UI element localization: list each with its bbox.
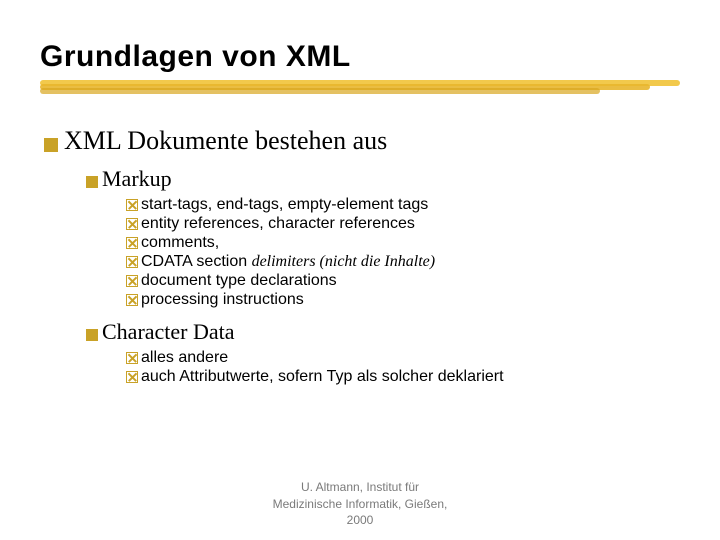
markup-items: start-tags, end-tags, empty-element tags… (40, 196, 680, 309)
bullet-level2-markup: Markup (86, 166, 680, 192)
list-item: processing instructions (126, 291, 680, 309)
list-item: start-tags, end-tags, empty-element tags (126, 196, 680, 214)
item-text: comments, (141, 234, 219, 252)
item-text: CDATA section delimiters (nicht die Inha… (141, 253, 435, 271)
xbox-bullet-icon (126, 352, 138, 364)
item-text: start-tags, end-tags, empty-element tags (141, 196, 428, 214)
item-text: document type declarations (141, 272, 337, 290)
footer-line: Medizinische Informatik, Gießen, (0, 496, 720, 512)
slide: Grundlagen von XML XML Dokumente bestehe… (0, 0, 720, 386)
level2-text: Markup (102, 166, 172, 192)
list-item: CDATA section delimiters (nicht die Inha… (126, 253, 680, 271)
footer-line: 2000 (0, 512, 720, 528)
list-item: alles andere (126, 349, 680, 367)
bullet-level1: XML Dokumente bestehen aus (44, 126, 680, 156)
square-bullet-icon (44, 138, 58, 152)
xbox-bullet-icon (126, 237, 138, 249)
square-bullet-icon (86, 176, 98, 188)
item-text: alles andere (141, 349, 228, 367)
item-text: entity references, character references (141, 215, 415, 233)
item-text: processing instructions (141, 291, 304, 309)
item-prefix: CDATA section (141, 253, 252, 270)
slide-title: Grundlagen von XML (40, 40, 680, 74)
bullet-level2-chardata: Character Data (86, 319, 680, 345)
list-item: document type declarations (126, 272, 680, 290)
item-italic: delimiters (nicht die Inhalte) (252, 253, 436, 270)
title-underline (40, 80, 680, 94)
xbox-bullet-icon (126, 275, 138, 287)
chardata-items: alles andere auch Attributwerte, sofern … (40, 349, 680, 386)
list-item: auch Attributwerte, sofern Typ als solch… (126, 368, 680, 386)
slide-footer: U. Altmann, Institut für Medizinische In… (0, 479, 720, 528)
list-item: entity references, character references (126, 215, 680, 233)
list-item: comments, (126, 234, 680, 252)
xbox-bullet-icon (126, 256, 138, 268)
item-text: auch Attributwerte, sofern Typ als solch… (141, 368, 504, 386)
xbox-bullet-icon (126, 371, 138, 383)
level1-text: XML Dokumente bestehen aus (64, 126, 387, 156)
xbox-bullet-icon (126, 218, 138, 230)
footer-line: U. Altmann, Institut für (0, 479, 720, 495)
level2-text: Character Data (102, 319, 235, 345)
square-bullet-icon (86, 329, 98, 341)
xbox-bullet-icon (126, 294, 138, 306)
xbox-bullet-icon (126, 199, 138, 211)
